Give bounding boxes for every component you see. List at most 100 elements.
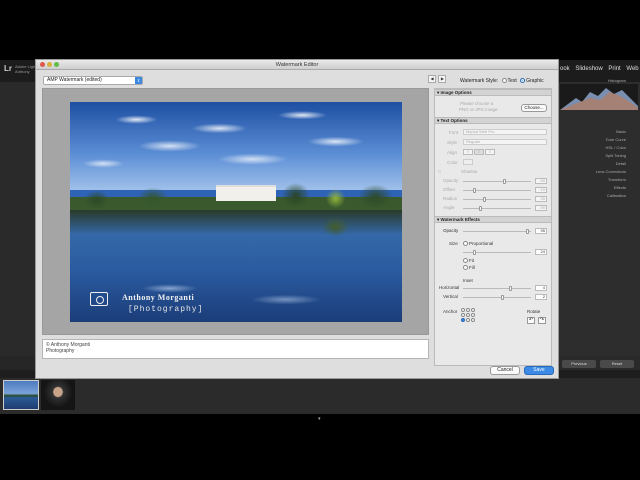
- panel-transform[interactable]: Transform: [608, 177, 626, 182]
- shadow-label: Shadow: [461, 169, 478, 174]
- size-slider[interactable]: [463, 250, 531, 255]
- size-fill-option[interactable]: Fill: [461, 265, 475, 271]
- size-proportional-radio[interactable]: [463, 241, 468, 247]
- slider-knob[interactable]: [483, 197, 486, 202]
- slider-knob[interactable]: [526, 229, 529, 234]
- anchor-top-left[interactable]: [461, 308, 465, 312]
- panel-split-toning[interactable]: Split Toning: [605, 153, 626, 158]
- shadow-offset-value[interactable]: 10: [535, 187, 547, 193]
- font-select[interactable]: Myriad Web Pro: [463, 129, 547, 135]
- filmstrip-thumbnail[interactable]: [3, 380, 39, 410]
- size-proportional-option[interactable]: Proportional: [461, 241, 493, 247]
- vertical-inset-value[interactable]: 2: [535, 294, 547, 300]
- anchor-bottom-center[interactable]: [466, 318, 470, 322]
- filmstrip-toggle-icon[interactable]: ▾: [318, 416, 321, 422]
- color-swatch[interactable]: [463, 159, 473, 165]
- image-options-hint: Please choose a: [460, 101, 494, 106]
- anchor-bottom-left[interactable]: [461, 318, 465, 322]
- shadow-checkbox-icon[interactable]: □: [438, 169, 441, 174]
- shadow-angle-slider[interactable]: [463, 206, 531, 211]
- previous-image-button[interactable]: ◀: [428, 75, 436, 83]
- shadow-angle-value[interactable]: -90: [535, 205, 547, 211]
- style-select[interactable]: Regular: [463, 139, 547, 145]
- text-options-header[interactable]: ▾ Text Options: [435, 117, 551, 124]
- size-fit-radio[interactable]: [463, 258, 468, 264]
- next-image-button[interactable]: ▶: [438, 75, 447, 83]
- shadow-opacity-slider[interactable]: [463, 179, 531, 184]
- anchor-middle-left[interactable]: [461, 313, 465, 317]
- options-panel[interactable]: ▾ Image Options Please choose a PNG or J…: [434, 88, 552, 366]
- module-book[interactable]: ook: [560, 66, 570, 72]
- anchor-center[interactable]: [466, 313, 470, 317]
- shadow-radius-value[interactable]: 25: [535, 196, 547, 202]
- slider-knob[interactable]: [479, 206, 482, 211]
- watermark-camera-logo-icon[interactable]: [90, 292, 108, 306]
- preset-select[interactable]: AMP Watermark (edited) ⇕: [43, 76, 143, 85]
- style-text-radio[interactable]: [501, 78, 507, 84]
- anchor-top-center[interactable]: [466, 308, 470, 312]
- cancel-button[interactable]: Cancel: [490, 366, 520, 375]
- lightroom-logo: Lr: [4, 64, 12, 73]
- rotate-right-button[interactable]: ↷: [538, 317, 546, 324]
- panel-calibration[interactable]: Calibration: [607, 193, 626, 198]
- watermark-text-input[interactable]: © Anthony Morganti Photography: [42, 339, 429, 359]
- inset-label: Inset: [463, 278, 473, 283]
- vertical-label: Vertical: [443, 294, 458, 299]
- shadow-offset-slider[interactable]: [463, 188, 531, 193]
- save-button[interactable]: Save: [524, 366, 554, 375]
- image-options-header[interactable]: ▾ Image Options: [435, 89, 551, 96]
- panel-tone-curve[interactable]: Tone Curve: [606, 137, 626, 142]
- anchor-middle-right[interactable]: [471, 313, 475, 317]
- slider-knob[interactable]: [503, 179, 506, 184]
- shadow-opacity-value[interactable]: 60: [535, 178, 547, 184]
- align-center-button[interactable]: ≡: [474, 149, 484, 155]
- horizontal-inset-slider[interactable]: [463, 286, 531, 291]
- slider-knob[interactable]: [473, 188, 476, 193]
- panel-histogram-label[interactable]: Histogram: [608, 78, 626, 83]
- align-right-button[interactable]: ≡: [485, 149, 495, 155]
- watermark-effects-header[interactable]: ▾ Watermark Effects: [435, 216, 551, 223]
- choose-image-button[interactable]: Choose...: [521, 104, 547, 112]
- watermark-subtitle[interactable]: [Photography]: [128, 305, 203, 314]
- watermark-name[interactable]: Anthony Morganti: [122, 293, 194, 302]
- horizontal-inset-value[interactable]: 4: [535, 285, 547, 291]
- panel-hsl[interactable]: HSL / Color: [605, 145, 626, 150]
- anchor-grid: [461, 308, 477, 324]
- preview-photo: Anthony Morganti [Photography]: [70, 102, 402, 322]
- reset-button[interactable]: Reset: [600, 360, 634, 368]
- panel-basic[interactable]: Basic: [616, 129, 626, 134]
- panel-detail[interactable]: Detail: [616, 161, 626, 166]
- shadow-angle-label: Angle: [443, 205, 455, 210]
- shadow-radius-slider[interactable]: [463, 197, 531, 202]
- filmstrip-thumbnail[interactable]: [41, 380, 75, 410]
- image-navigation: ◀ ▶: [428, 75, 447, 83]
- left-panel: [0, 82, 36, 370]
- effects-opacity-value[interactable]: 95: [535, 228, 547, 234]
- style-graphic-radio[interactable]: [520, 78, 526, 84]
- shadow-opacity-label: Opacity: [443, 178, 459, 183]
- module-print[interactable]: Print: [608, 66, 620, 72]
- panel-lens-corrections[interactable]: Lens Corrections: [596, 169, 626, 174]
- anchor-bottom-right[interactable]: [471, 318, 475, 322]
- vertical-inset-slider[interactable]: [463, 295, 531, 300]
- slider-knob[interactable]: [509, 286, 512, 291]
- module-web[interactable]: Web: [626, 66, 638, 72]
- size-fill-radio[interactable]: [463, 265, 468, 271]
- style-text-label[interactable]: Text: [508, 78, 517, 84]
- slider-knob[interactable]: [473, 250, 476, 255]
- module-slideshow[interactable]: Slideshow: [575, 66, 602, 72]
- style-graphic-label[interactable]: Graphic: [526, 78, 544, 84]
- rotate-left-button[interactable]: ↶: [527, 317, 535, 324]
- panel-effects[interactable]: Effects: [614, 185, 626, 190]
- size-fit-option[interactable]: Fit: [461, 258, 474, 264]
- photo-water: [70, 210, 402, 322]
- anchor-top-right[interactable]: [471, 308, 475, 312]
- slider-knob[interactable]: [501, 295, 504, 300]
- align-left-button[interactable]: ≡: [463, 149, 473, 155]
- shadow-radius-label: Radius: [443, 196, 458, 201]
- effects-opacity-slider[interactable]: [463, 229, 531, 234]
- watermark-style: Watermark Style: Text Graphic: [460, 78, 544, 84]
- size-value[interactable]: 24: [535, 249, 547, 255]
- preset-value: AMP Watermark (edited): [47, 77, 102, 83]
- previous-button[interactable]: Previous: [562, 360, 596, 368]
